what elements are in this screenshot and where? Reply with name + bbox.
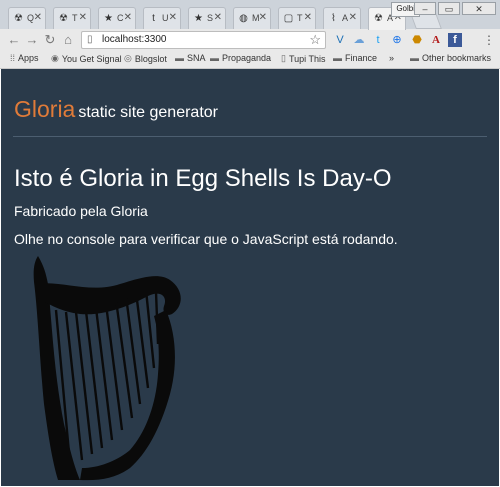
- bookmark-label: SNA: [187, 53, 206, 63]
- browser-tab[interactable]: ★ S ✕: [188, 7, 226, 29]
- tab-label: A: [342, 13, 349, 23]
- page-icon: ▯: [87, 34, 93, 45]
- bookmark-item[interactable]: ⁞⁞ Apps: [10, 53, 39, 63]
- bookmark-label: Apps: [18, 53, 39, 63]
- bookmark-label: Propaganda: [222, 53, 272, 63]
- close-tab-icon[interactable]: ✕: [79, 12, 87, 23]
- page-content: Gloria static site generator Isto é Glori…: [1, 69, 499, 486]
- bookmark-label: You Get Signal: [61, 53, 122, 64]
- browser-tab[interactable]: ☢ T ✕: [53, 7, 91, 29]
- tab-label: T: [297, 13, 303, 23]
- close-window-button[interactable]: ✕: [462, 2, 496, 15]
- browser-tab[interactable]: t U ✕: [143, 7, 181, 29]
- forward-icon[interactable]: →: [24, 32, 40, 48]
- back-icon[interactable]: ←: [6, 32, 22, 48]
- bookmark-label: Tupi This: [288, 53, 326, 64]
- folder-icon: ▬: [175, 53, 184, 63]
- browser-tab[interactable]: ▢ T ✕: [278, 7, 316, 29]
- close-tab-icon[interactable]: ✕: [124, 12, 132, 23]
- page-paragraph: Olhe no console para verificar que o Jav…: [14, 231, 398, 247]
- tab-label: S: [207, 13, 214, 23]
- url-text: localhost:3300: [102, 34, 167, 45]
- twitter-icon: t: [152, 13, 155, 24]
- browser-toolbar: ← → ↻ ⌂ ▯ localhost:3300 ☆ V ☁ t ⊕ ⬣ A f…: [0, 29, 500, 51]
- shield-extension-icon[interactable]: ⬣: [410, 33, 424, 47]
- close-tab-icon[interactable]: ✕: [214, 12, 222, 23]
- harp-icon: [33, 256, 181, 481]
- browser-tab[interactable]: ⌇ A ✕: [323, 7, 361, 29]
- signal-icon: ◉: [51, 53, 59, 63]
- browser-tab[interactable]: ☢ Q ✕: [8, 7, 46, 29]
- close-tab-icon[interactable]: ✕: [34, 12, 42, 23]
- bookmark-item[interactable]: ◎ Blogslot: [124, 53, 167, 64]
- tab-strip: ☢ Q ✕ ☢ T ✕ ★ C ✕ t U ✕ ★ S ✕ ◍ M ✕ ▢ T ✕ ⌇ A ✕ ☢ A ✕ Golbi – ▭ ✕: [0, 0, 500, 30]
- tab-label: U: [162, 13, 169, 23]
- bookmark-item[interactable]: ▬ SNA: [175, 53, 206, 63]
- close-tab-icon[interactable]: ✕: [304, 12, 312, 23]
- other-bookmarks[interactable]: ▬ Other bookmarks: [410, 53, 491, 63]
- tab-label: C: [117, 13, 124, 23]
- blog-icon: ◎: [124, 53, 132, 63]
- folder-icon: ▬: [410, 53, 419, 63]
- browser-tab[interactable]: ★ C ✕: [98, 7, 136, 29]
- radioactive-icon: ☢: [374, 13, 383, 24]
- close-tab-icon[interactable]: ✕: [349, 12, 357, 23]
- menu-icon[interactable]: ⋮: [483, 33, 495, 47]
- bookmark-star-icon[interactable]: ☆: [309, 32, 321, 48]
- bookmark-label: Finance: [345, 53, 378, 63]
- pocket-extension-icon[interactable]: ⊕: [390, 33, 404, 47]
- bookmark-star-icon: ★: [104, 13, 113, 24]
- tab-label: T: [72, 13, 78, 23]
- site-name[interactable]: Gloria: [14, 96, 75, 122]
- v-extension-icon[interactable]: V: [333, 33, 347, 47]
- bookmark-item[interactable]: ◉ You Get Signal: [51, 53, 122, 64]
- browser-chrome: ☢ Q ✕ ☢ T ✕ ★ C ✕ t U ✕ ★ S ✕ ◍ M ✕ ▢ T ✕ ⌇ A ✕ ☢ A ✕ Golbi – ▭ ✕ …: [0, 0, 500, 69]
- minimize-button[interactable]: –: [414, 2, 436, 15]
- site-header: Gloria static site generator: [14, 96, 218, 123]
- bookmark-item[interactable]: ▯ Tupi This: [281, 53, 325, 64]
- radioactive-icon: ☢: [14, 13, 23, 24]
- reload-icon[interactable]: ↻: [42, 32, 58, 48]
- font-extension-icon[interactable]: A: [429, 33, 443, 47]
- site-tagline: static site generator: [78, 104, 218, 121]
- home-icon[interactable]: ⌂: [60, 32, 76, 48]
- close-tab-icon[interactable]: ✕: [169, 12, 177, 23]
- header-divider: [13, 136, 487, 137]
- browser-tab[interactable]: ◍ M ✕: [233, 7, 271, 29]
- close-tab-icon[interactable]: ✕: [259, 12, 267, 23]
- bookmark-label: Blogslot: [134, 53, 167, 64]
- bookmarks-overflow[interactable]: »: [389, 53, 394, 63]
- facebook-extension-icon[interactable]: f: [448, 33, 462, 47]
- harp-icon: ⌇: [331, 13, 336, 24]
- radioactive-icon: ☢: [59, 13, 68, 24]
- bookmark-star-icon: ★: [194, 13, 203, 24]
- bookmark-item[interactable]: ▬ Propaganda: [210, 53, 271, 63]
- address-bar[interactable]: ▯ localhost:3300 ☆: [81, 31, 326, 49]
- cloud-extension-icon[interactable]: ☁: [352, 33, 366, 47]
- apps-icon: ⁞⁞: [10, 53, 16, 63]
- page-subtitle: Fabricado pela Gloria: [14, 203, 148, 219]
- bookmarks-bar: ⁞⁞ Apps ◉ You Get Signal ◎ Blogslot ▬ SNA ▬ Propa…: [0, 51, 500, 68]
- bookmark-item[interactable]: ▬ Finance: [333, 53, 377, 63]
- maximize-button[interactable]: ▭: [438, 2, 460, 15]
- window-controls: – ▭ ✕: [414, 2, 496, 15]
- page-icon: ▯: [281, 53, 286, 63]
- folder-icon: ▬: [333, 53, 342, 63]
- page-icon: ▢: [283, 13, 294, 24]
- twitter-extension-icon[interactable]: t: [371, 33, 385, 47]
- globe-icon: ◍: [239, 13, 248, 24]
- page-title: Isto é Gloria in Egg Shells Is Day-O: [14, 165, 392, 192]
- folder-icon: ▬: [210, 53, 219, 63]
